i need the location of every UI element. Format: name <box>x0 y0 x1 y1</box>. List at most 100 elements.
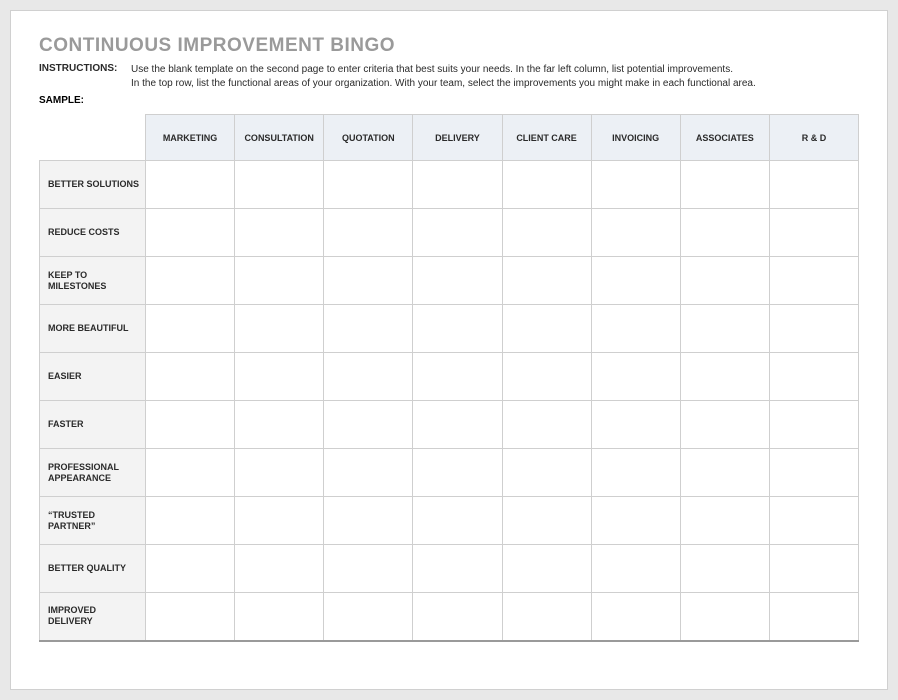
table-cell <box>146 401 235 449</box>
table-cell <box>324 305 413 353</box>
row-header: REDUCE COSTS <box>40 209 146 257</box>
col-header: MARKETING <box>146 115 235 161</box>
col-header: QUOTATION <box>324 115 413 161</box>
table-cell <box>235 545 324 593</box>
table-cell <box>591 257 680 305</box>
table-cell <box>502 593 591 641</box>
table-cell <box>235 209 324 257</box>
instructions-label: INSTRUCTIONS: <box>39 63 131 74</box>
table-cell <box>680 401 769 449</box>
table-cell <box>680 209 769 257</box>
table-cell <box>769 161 858 209</box>
row-header: IMPROVED DELIVERY <box>40 593 146 641</box>
table-row: IMPROVED DELIVERY <box>40 593 859 641</box>
table-cell <box>680 161 769 209</box>
table-cell <box>769 545 858 593</box>
table-cell <box>680 593 769 641</box>
table-row: BETTER SOLUTIONS <box>40 161 859 209</box>
table-cell <box>502 449 591 497</box>
table-cell <box>769 305 858 353</box>
table-cell <box>324 545 413 593</box>
table-cell <box>769 593 858 641</box>
table-cell <box>769 497 858 545</box>
table-cell <box>413 545 502 593</box>
table-cell <box>324 209 413 257</box>
table-corner-cell <box>40 115 146 161</box>
table-cell <box>413 593 502 641</box>
table-cell <box>769 353 858 401</box>
table-cell <box>769 257 858 305</box>
table-cell <box>146 353 235 401</box>
table-cell <box>413 401 502 449</box>
table-cell <box>591 161 680 209</box>
table-cell <box>591 305 680 353</box>
table-cell <box>235 161 324 209</box>
table-cell <box>502 209 591 257</box>
table-cell <box>324 161 413 209</box>
table-cell <box>591 449 680 497</box>
table-cell <box>146 257 235 305</box>
sample-label: SAMPLE: <box>39 95 859 106</box>
row-header: EASIER <box>40 353 146 401</box>
table-row: REDUCE COSTS <box>40 209 859 257</box>
bingo-table: MARKETING CONSULTATION QUOTATION DELIVER… <box>39 114 859 642</box>
table-cell <box>591 401 680 449</box>
table-cell <box>680 449 769 497</box>
table-cell <box>235 305 324 353</box>
table-cell <box>591 497 680 545</box>
table-cell <box>502 161 591 209</box>
table-cell <box>146 449 235 497</box>
table-cell <box>680 497 769 545</box>
col-header: INVOICING <box>591 115 680 161</box>
table-cell <box>413 209 502 257</box>
table-body: BETTER SOLUTIONS REDUCE COSTS KEEP TO MI… <box>40 161 859 641</box>
table-cell <box>324 257 413 305</box>
instructions-row: INSTRUCTIONS: Use the blank template on … <box>39 63 859 91</box>
row-header: “TRUSTED PARTNER” <box>40 497 146 545</box>
table-cell <box>235 449 324 497</box>
table-cell <box>502 257 591 305</box>
table-cell <box>413 305 502 353</box>
table-cell <box>591 209 680 257</box>
table-cell <box>324 497 413 545</box>
table-row: FASTER <box>40 401 859 449</box>
col-header: CONSULTATION <box>235 115 324 161</box>
instructions-text: Use the blank template on the second pag… <box>131 63 859 91</box>
table-row: PROFESSIONAL APPEARANCE <box>40 449 859 497</box>
table-cell <box>324 353 413 401</box>
page-title: CONTINUOUS IMPROVEMENT BINGO <box>39 35 859 57</box>
table-cell <box>413 497 502 545</box>
table-cell <box>235 353 324 401</box>
table-cell <box>502 545 591 593</box>
table-cell <box>413 353 502 401</box>
table-cell <box>413 257 502 305</box>
table-cell <box>324 401 413 449</box>
table-cell <box>413 161 502 209</box>
col-header: ASSOCIATES <box>680 115 769 161</box>
row-header: MORE BEAUTIFUL <box>40 305 146 353</box>
table-row: MORE BEAUTIFUL <box>40 305 859 353</box>
table-cell <box>235 593 324 641</box>
table-cell <box>591 353 680 401</box>
row-header: PROFESSIONAL APPEARANCE <box>40 449 146 497</box>
table-cell <box>146 497 235 545</box>
table-cell <box>680 545 769 593</box>
table-cell <box>680 353 769 401</box>
table-cell <box>502 497 591 545</box>
row-header: BETTER QUALITY <box>40 545 146 593</box>
col-header: DELIVERY <box>413 115 502 161</box>
table-cell <box>324 593 413 641</box>
table-row: EASIER <box>40 353 859 401</box>
table-cell <box>680 305 769 353</box>
table-cell <box>146 305 235 353</box>
table-row: KEEP TO MILESTONES <box>40 257 859 305</box>
table-cell <box>413 449 502 497</box>
row-header: FASTER <box>40 401 146 449</box>
table-cell <box>502 305 591 353</box>
table-header-row: MARKETING CONSULTATION QUOTATION DELIVER… <box>40 115 859 161</box>
table-cell <box>769 209 858 257</box>
table-cell <box>235 401 324 449</box>
instructions-line1: Use the blank template on the second pag… <box>131 64 733 75</box>
table-cell <box>146 545 235 593</box>
col-header: R & D <box>769 115 858 161</box>
